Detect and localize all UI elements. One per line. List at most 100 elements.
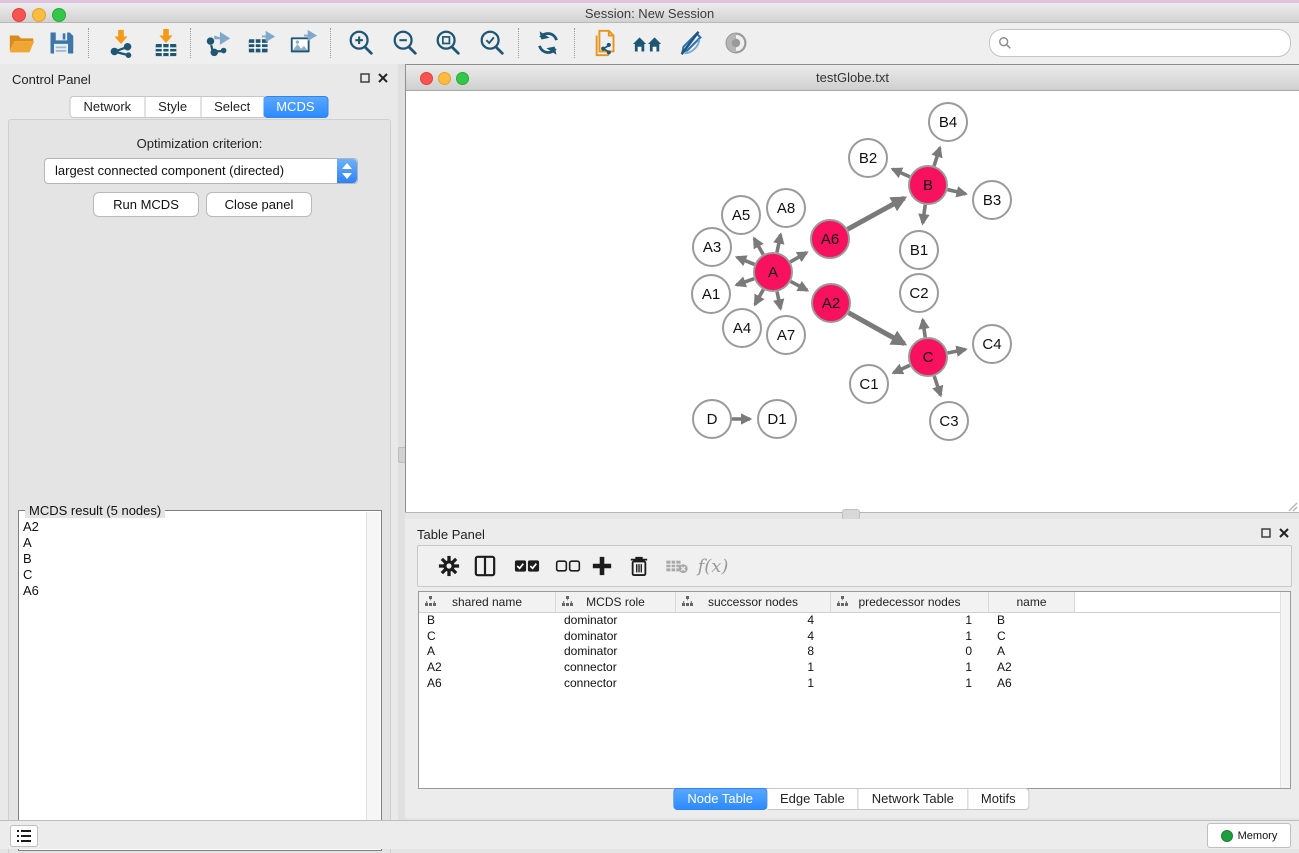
deselect-all-button[interactable] [551,549,585,583]
show-columns-button[interactable] [468,549,502,583]
graph-node-A7[interactable]: A7 [767,316,805,354]
graph-edge-B-B1[interactable] [923,205,926,223]
table-cell[interactable]: 1 [831,613,989,629]
graph-node-A[interactable]: A [754,253,792,291]
table-cell[interactable]: B [989,613,1075,629]
network-canvas[interactable]: AA1A2A3A4A5A6A7A8BB1B2B3B4CC1C2C3C4DD1 [406,91,1299,513]
graph-node-A1[interactable]: A1 [692,275,730,313]
tab-motifs[interactable]: Motifs [968,788,1030,810]
result-item[interactable]: A6 [23,583,365,599]
open-session-button[interactable] [3,25,41,61]
table-row[interactable]: A2connector11A2 [419,660,1290,676]
column-header-successor-nodes[interactable]: successor nodes [676,592,831,613]
graph-edge-B-B3[interactable] [947,190,965,194]
graph-node-A6[interactable]: A6 [811,220,849,258]
graph-edge-B-B4[interactable] [934,148,940,166]
delete-table-button[interactable] [660,549,694,583]
table-cell[interactable]: A [989,644,1075,660]
graph-edge-C-C3[interactable] [934,376,940,395]
table-cell[interactable]: 4 [676,629,831,645]
result-item[interactable]: A2 [23,519,365,535]
table-cell[interactable]: C [419,629,556,645]
select-all-button[interactable] [510,549,544,583]
graph-edge-A2-C[interactable] [848,313,904,344]
result-item[interactable]: A [23,535,365,551]
graph-node-D1[interactable]: D1 [758,400,796,438]
graph-edge-A-A5[interactable] [754,239,763,255]
table-cell[interactable]: 1 [831,676,989,692]
resize-grip-icon[interactable] [1286,500,1298,512]
toggle-graphics-details-button[interactable] [717,25,755,61]
table-cell[interactable]: 4 [676,613,831,629]
float-panel-icon[interactable] [360,73,370,83]
close-panel-icon[interactable] [1279,528,1289,538]
close-panel-button[interactable]: Close panel [206,192,312,217]
close-panel-icon[interactable] [378,73,388,83]
column-header-predecessor-nodes[interactable]: predecessor nodes [831,592,989,613]
graph-edge-B-B2[interactable] [893,169,910,177]
table-cell[interactable]: connector [556,660,676,676]
graph-node-B4[interactable]: B4 [929,103,967,141]
column-header-name[interactable]: name [989,592,1075,613]
cybrowser-home-button[interactable] [629,25,667,61]
table-cell[interactable]: B [419,613,556,629]
hide-annotations-button[interactable] [672,25,710,61]
graph-node-A8[interactable]: A8 [767,189,805,227]
table-cell[interactable]: A2 [419,660,556,676]
table-row[interactable]: Cdominator41C [419,629,1290,645]
graph-edge-C-C4[interactable] [948,349,966,353]
function-builder-button[interactable]: f(x) [696,549,730,583]
table-cell[interactable]: 1 [676,676,831,692]
graph-node-C2[interactable]: C2 [900,274,938,312]
table-scrollbar[interactable] [1280,592,1290,788]
delete-row-button[interactable] [622,549,656,583]
refresh-layout-button[interactable] [529,25,567,61]
export-image-button[interactable] [284,25,322,61]
graph-edge-A-A3[interactable] [737,257,755,264]
search-input[interactable] [1016,32,1284,54]
tab-select[interactable]: Select [201,96,264,118]
float-panel-icon[interactable] [1261,528,1271,538]
graph-edge-C-C1[interactable] [894,365,910,372]
graph-node-B1[interactable]: B1 [900,231,938,269]
graph-node-A2[interactable]: A2 [812,284,850,322]
new-session-doc-button[interactable] [587,25,625,61]
table-cell[interactable]: A6 [989,676,1075,692]
table-cell[interactable]: dominator [556,629,676,645]
column-header-mcds-role[interactable]: MCDS role [556,592,676,613]
graph-edge-C-C2[interactable] [923,320,925,337]
import-network-button[interactable] [102,25,140,61]
tab-style[interactable]: Style [145,96,201,118]
table-cell[interactable]: A [419,644,556,660]
graph-edge-A-A8[interactable] [777,234,781,252]
graph-edge-A-A6[interactable] [790,253,806,262]
table-row[interactable]: Adominator80A [419,644,1290,660]
run-mcds-button[interactable]: Run MCDS [93,192,199,217]
graph-node-C4[interactable]: C4 [973,325,1011,363]
zoom-out-button[interactable] [386,25,424,61]
table-cell[interactable]: 1 [831,660,989,676]
graph-edge-A-A1[interactable] [736,279,754,285]
table-cell[interactable]: dominator [556,613,676,629]
graph-node-C[interactable]: C [909,338,947,376]
table-settings-button[interactable] [432,549,466,583]
export-network-button[interactable] [199,25,237,61]
graph-node-C3[interactable]: C3 [930,402,968,440]
graph-edge-A-A7[interactable] [777,292,781,309]
result-item[interactable]: B [23,551,365,567]
table-cell[interactable]: dominator [556,644,676,660]
graph-node-B3[interactable]: B3 [973,181,1011,219]
table-row[interactable]: A6connector11A6 [419,676,1290,692]
memory-button[interactable]: Memory [1207,823,1291,848]
table-cell[interactable]: 0 [831,644,989,660]
save-session-button[interactable] [42,25,80,61]
table-cell[interactable]: 8 [676,644,831,660]
graph-edge-A6-B[interactable] [848,198,905,229]
graph-node-C1[interactable]: C1 [850,365,888,403]
graph-node-B2[interactable]: B2 [849,139,887,177]
tab-network-table[interactable]: Network Table [859,788,968,810]
tab-network[interactable]: Network [69,96,145,118]
tab-mcds[interactable]: MCDS [263,96,328,118]
node-table[interactable]: shared nameMCDS rolesuccessor nodesprede… [418,591,1291,789]
export-table-button[interactable] [242,25,280,61]
